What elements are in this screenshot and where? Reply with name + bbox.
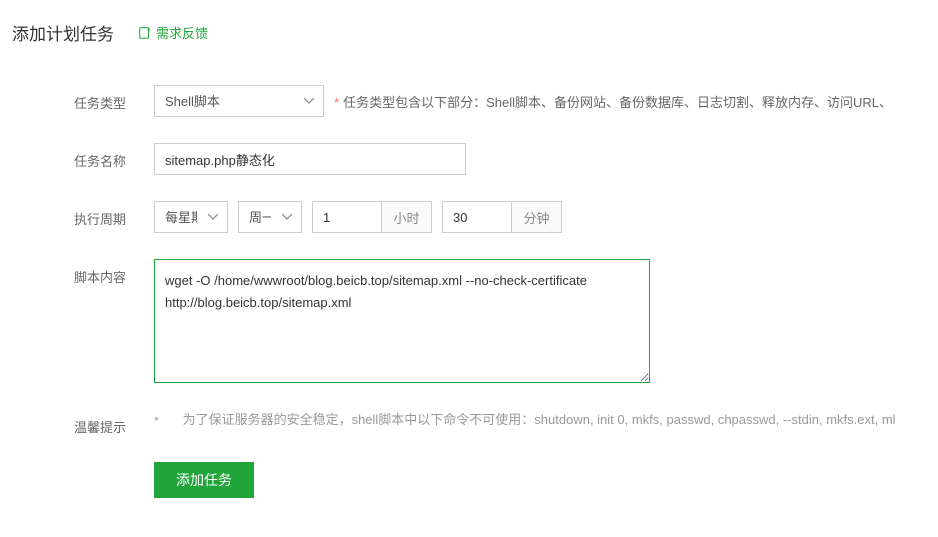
minute-input[interactable]: [442, 201, 512, 233]
hour-input[interactable]: [312, 201, 382, 233]
feedback-link[interactable]: 需求反馈: [138, 23, 208, 42]
label-tips: 温馨提示: [74, 409, 154, 436]
edit-icon: [138, 26, 152, 40]
period-day-select[interactable]: 周一: [238, 201, 302, 233]
page-title: 添加计划任务: [12, 20, 114, 45]
task-type-hint: *任务类型包含以下部分：Shell脚本、备份网站、备份数据库、日志切割、释放内存…: [334, 92, 892, 111]
label-task-type: 任务类型: [74, 85, 154, 112]
add-task-button[interactable]: 添加任务: [154, 462, 254, 498]
label-task-name: 任务名称: [74, 143, 154, 170]
label-exec-period: 执行周期: [74, 201, 154, 228]
label-script-content: 脚本内容: [74, 259, 154, 286]
script-content-textarea[interactable]: wget -O /home/wwwroot/blog.beicb.top/sit…: [154, 259, 650, 383]
hour-unit-label: 小时: [382, 201, 432, 233]
task-name-input[interactable]: [154, 143, 466, 175]
tips-text: 为了保证服务器的安全稳定，shell脚本中以下命令不可使用：shutdown, …: [183, 409, 896, 428]
bullet-icon: •: [154, 411, 159, 426]
feedback-label: 需求反馈: [156, 23, 208, 42]
period-freq-select[interactable]: 每星期: [154, 201, 228, 233]
task-type-select[interactable]: Shell脚本: [154, 85, 324, 117]
minute-unit-label: 分钟: [512, 201, 562, 233]
